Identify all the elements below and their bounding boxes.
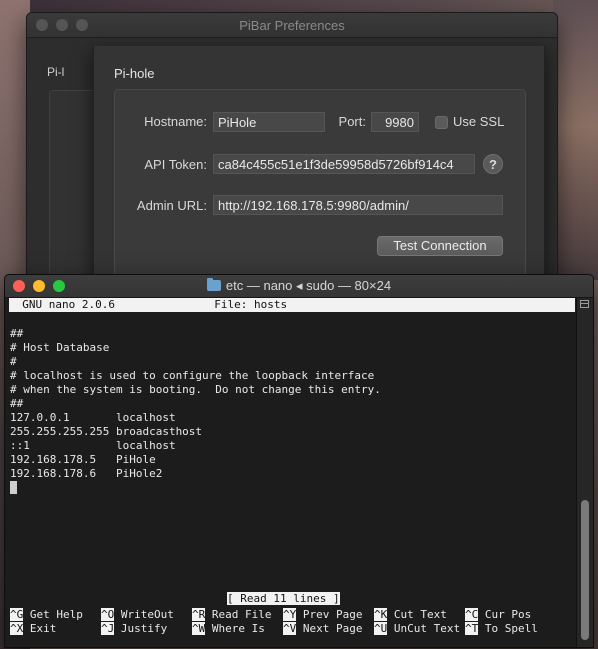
file-line: # Host Database	[10, 341, 110, 354]
file-line: 255.255.255.255 broadcasthost	[10, 425, 203, 438]
shortcut-item: ^J Justify	[101, 622, 187, 636]
shortcut-key: ^C	[465, 608, 479, 621]
terminal-title-text: etc — nano ◂ sudo — 80×24	[225, 278, 392, 293]
use-ssl-label: Use SSL	[453, 114, 505, 129]
shortcut-key: ^Y	[283, 608, 297, 621]
desktop-wallpaper-right	[553, 0, 598, 280]
shortcut-key: ^W	[192, 622, 206, 635]
shortcut-key: ^O	[101, 608, 115, 621]
file-line: ##	[10, 397, 24, 410]
shortcut-label: WriteOut	[114, 608, 188, 621]
shortcut-item: ^Y Prev Page	[283, 608, 369, 622]
shortcut-item: ^V Next Page	[283, 622, 369, 636]
shortcut-key: ^V	[283, 622, 297, 635]
preferences-titlebar[interactable]: PiBar Preferences	[27, 13, 557, 38]
connection-group: Hostname: PiHole Port: 9980 Use SSL API …	[114, 89, 526, 277]
preferences-window: PiBar Preferences Pi-l Pi-hole Hostname:…	[26, 12, 558, 284]
shortcut-label: Exit	[23, 622, 97, 635]
api-token-field[interactable]: ca84c455c51e1f3de59958d5726bf914c4	[213, 154, 475, 174]
text-cursor	[10, 481, 17, 494]
terminal-screen[interactable]: GNU nano 2.0.6 File: hosts ## # Host Data…	[5, 298, 577, 647]
folder-icon	[206, 278, 221, 291]
scroll-thumb[interactable]	[581, 500, 589, 640]
file-line: 127.0.0.1 localhost	[10, 411, 176, 424]
shortcut-key: ^U	[374, 622, 388, 635]
split-pane-icon[interactable]	[580, 300, 589, 308]
pihole-sheet: Pi-hole Hostname: PiHole Port: 9980 Use …	[93, 46, 545, 283]
shortcut-item: ^K Cut Text	[374, 608, 460, 622]
shortcut-key: ^X	[10, 622, 24, 635]
hostname-field[interactable]: PiHole	[213, 112, 325, 132]
shortcut-item: ^T To Spell	[465, 622, 538, 636]
shortcut-label: To Spell	[478, 622, 538, 635]
port-label: Port:	[338, 114, 366, 129]
file-line: #	[10, 355, 17, 368]
test-connection-button[interactable]: Test Connection	[377, 236, 503, 256]
nano-header: GNU nano 2.0.6 File: hosts	[9, 298, 575, 312]
shortcut-key: ^R	[192, 608, 206, 621]
window-title: PiBar Preferences	[239, 18, 345, 33]
shortcut-label: UnCut Text	[387, 622, 461, 635]
shortcut-label: Read File	[205, 608, 279, 621]
tab-pihole-stub[interactable]: Pi-l	[47, 65, 64, 79]
shortcut-item: ^X Exit	[10, 622, 96, 636]
shortcut-item: ^W Where Is	[192, 622, 278, 636]
shortcut-label: Where Is	[205, 622, 279, 635]
terminal-window: etc — nano ◂ sudo — 80×24 GNU nano 2.0.6…	[4, 274, 594, 648]
file-line: 192.168.178.5 PiHole	[10, 453, 156, 466]
shortcut-item: ^C Cur Pos	[465, 608, 531, 622]
shortcut-item: ^O WriteOut	[101, 608, 187, 622]
file-line: ##	[10, 327, 24, 340]
shortcut-key: ^T	[465, 622, 479, 635]
status-message: [ Read 11 lines ]	[227, 592, 340, 605]
file-line: # when the system is booting. Do not cha…	[10, 383, 381, 396]
file-line: # localhost is used to configure the loo…	[10, 369, 375, 382]
shortcut-label: Get Help	[23, 608, 97, 621]
help-button[interactable]: ?	[483, 154, 503, 174]
shortcut-item: ^R Read File	[192, 608, 278, 622]
hostname-label: Hostname:	[144, 114, 207, 129]
shortcut-label: Justify	[114, 622, 188, 635]
use-ssl-checkbox[interactable]	[435, 116, 448, 129]
admin-url-label: Admin URL:	[136, 198, 207, 213]
shortcut-item: ^U UnCut Text	[374, 622, 460, 636]
sheet-title: Pi-hole	[114, 66, 155, 81]
shortcut-item: ^G Get Help	[10, 608, 96, 622]
admin-url-field[interactable]: http://192.168.178.5:9980/admin/	[213, 195, 503, 215]
shortcut-label: Cur Pos	[478, 608, 532, 621]
shortcut-key: ^J	[101, 622, 115, 635]
terminal-title: etc — nano ◂ sudo — 80×24	[5, 278, 593, 294]
port-field[interactable]: 9980	[371, 112, 419, 132]
shortcut-label: Cut Text	[387, 608, 461, 621]
file-line: ::1 localhost	[10, 439, 176, 452]
shortcut-key: ^K	[374, 608, 388, 621]
terminal-scrollbar[interactable]	[576, 298, 593, 647]
file-line: 192.168.178.6 PiHole2	[10, 467, 163, 480]
terminal-titlebar[interactable]: etc — nano ◂ sudo — 80×24	[5, 275, 593, 298]
api-token-label: API Token:	[144, 157, 207, 172]
shortcut-label: Prev Page	[296, 608, 370, 621]
shortcut-key: ^G	[10, 608, 24, 621]
shortcut-label: Next Page	[296, 622, 370, 635]
